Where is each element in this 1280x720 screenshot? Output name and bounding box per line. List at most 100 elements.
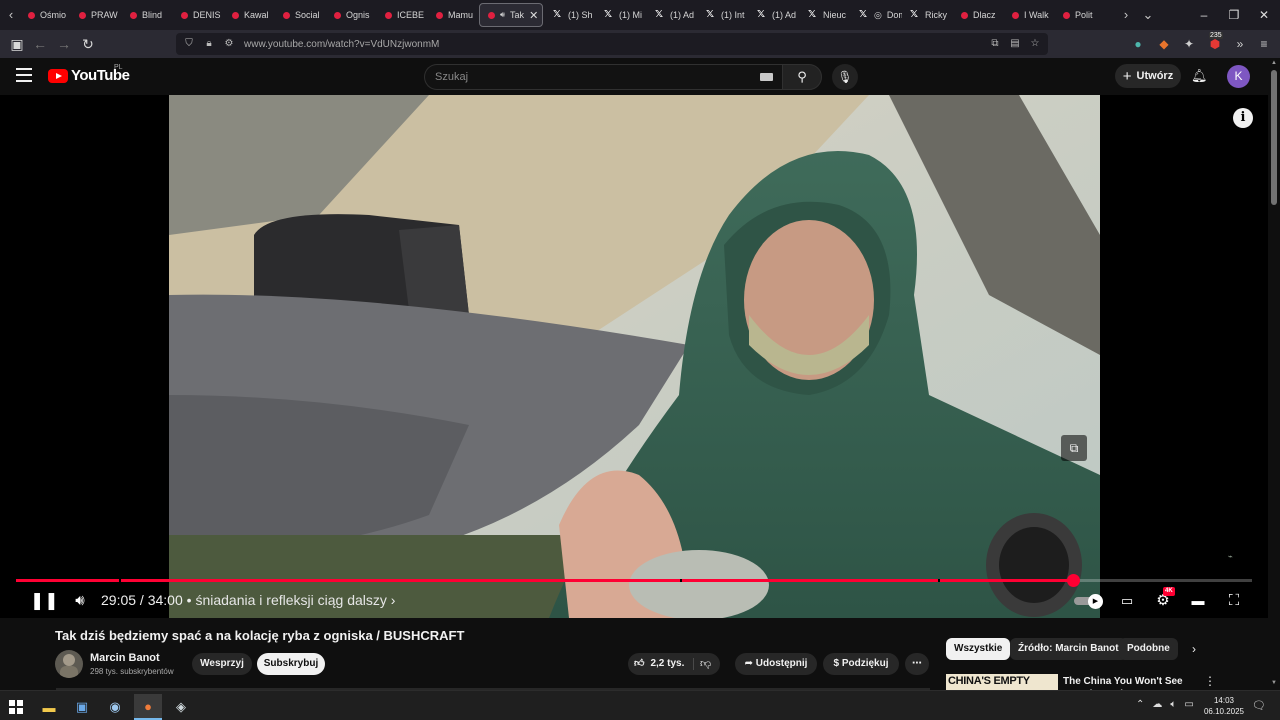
lock-icon[interactable]: 🔒︎ (202, 37, 216, 51)
browser-tab[interactable]: 𝕏 (1) Ad (647, 3, 698, 27)
app-icon[interactable]: ◈ (167, 694, 195, 720)
onedrive-icon[interactable]: ☁ (1152, 699, 1162, 710)
more-actions-button[interactable]: ⋯ (905, 653, 929, 675)
support-button[interactable]: Wesprzyj (192, 653, 252, 675)
speaker-icon[interactable]: 🔈︎ (1170, 699, 1176, 710)
video-info-icon[interactable]: i (1233, 108, 1253, 128)
restore-window-icon[interactable]: ❐ (1225, 6, 1243, 24)
thanks-button[interactable]: $ Podziękuj (823, 653, 899, 675)
fullscreen-icon[interactable]: ⛶ (1224, 590, 1244, 612)
extensions-puzzle-icon[interactable]: ✦ (1181, 36, 1197, 52)
browser-tab[interactable]: 𝕏 Nieuc (800, 3, 851, 27)
notifications-bell-icon[interactable]: 🔔︎ (1191, 68, 1208, 86)
browser-tab[interactable]: 𝕏 ◎ Dom I (851, 3, 902, 27)
this-pc-icon[interactable]: ▣ (68, 694, 96, 720)
browser-tab[interactable]: PRAW (71, 3, 122, 27)
tab-close-icon[interactable]: ✕ (529, 9, 538, 22)
minimize-window-icon[interactable]: – (1195, 6, 1213, 24)
subscribe-button[interactable]: Subskrybuj (257, 653, 325, 675)
url-bar[interactable]: ⛉ 🔒︎ ⚙︎ www.youtube.com/watch?v=VdUNzjwo… (176, 33, 1048, 55)
scrollbar-thumb[interactable] (1271, 70, 1277, 205)
channel-watermark-icon[interactable]: ⌁ (1228, 552, 1250, 562)
browser-tab[interactable]: 𝕏 (1) Int (698, 3, 749, 27)
chip-from-channel[interactable]: Źródło: Marcin Banot (1010, 638, 1127, 660)
browser-tab[interactable]: 𝕏 (1) Mi (596, 3, 647, 27)
browser-tab[interactable]: 𝕏 (1) Sh (545, 3, 596, 27)
browser-tab[interactable]: Dlacz (953, 3, 1004, 27)
browser-tab[interactable]: Ognis (326, 3, 377, 27)
windows-start-icon[interactable] (2, 694, 30, 720)
keyboard-icon[interactable] (760, 73, 773, 81)
video-frame[interactable] (169, 95, 1100, 618)
like-button[interactable]: 👍︎ 2,2 tys. (634, 653, 684, 675)
browser-tab[interactable]: Blind (122, 3, 173, 27)
tabs-scroll-right-icon[interactable]: › (1117, 6, 1135, 24)
list-all-tabs-icon[interactable]: ⌄ (1139, 6, 1157, 24)
sidebar-toggle-icon[interactable]: ▣ (8, 35, 26, 53)
pause-icon[interactable]: ❚❚ (30, 590, 59, 612)
browser-tab[interactable]: Kawal (224, 3, 275, 27)
video-player[interactable]: i ⧉ ⌁ ❚❚ 🔊︎ 29:05 / 34:00 • śniadania i … (0, 95, 1268, 618)
share-button[interactable]: ➦ Udostępnij (735, 653, 817, 675)
bookmark-star-icon[interactable]: ☆ (1028, 37, 1042, 51)
browser-tab[interactable]: DENIS (173, 3, 224, 27)
taskbar-clock[interactable]: 14:03 06.10.2025 (1200, 695, 1248, 717)
browser-tab[interactable]: ICEBE (377, 3, 428, 27)
permissions-icon[interactable]: ⚙︎ (222, 37, 236, 51)
voice-search-button[interactable]: 🎙︎ (832, 64, 858, 90)
browser-tab[interactable]: 𝕏 Ricky (902, 3, 953, 27)
tabs-scroll-left-icon[interactable]: ‹ (2, 6, 20, 24)
tracking-shield-icon[interactable]: ⛉ (182, 37, 196, 51)
create-button[interactable]: + Utwórz (1115, 64, 1181, 88)
extension-fox-icon[interactable]: ◆ (1156, 36, 1172, 52)
back-button-icon[interactable]: ← (31, 35, 49, 53)
forward-button-icon[interactable]: → (55, 35, 73, 53)
related-video-thumbnail[interactable]: CHINA'S EMPTY LANDS (946, 674, 1058, 690)
youtube-logo[interactable]: YouTube PL (48, 64, 130, 84)
theater-mode-icon[interactable]: ▬ (1188, 590, 1208, 612)
search-input[interactable]: Szukaj (424, 64, 782, 90)
account-avatar[interactable]: K (1227, 65, 1250, 88)
chapter-chevron-icon[interactable]: › (391, 592, 396, 608)
firefox-icon[interactable]: ● (134, 694, 162, 720)
page-scrollbar[interactable]: ▲ ▼ (1268, 58, 1280, 690)
network-icon[interactable]: ▭ (1184, 699, 1193, 710)
reader-view-icon[interactable]: ▤ (1008, 37, 1022, 51)
browser-tab[interactable]: Polit (1055, 3, 1106, 27)
guide-menu-icon[interactable] (16, 68, 32, 82)
autoplay-toggle[interactable]: ▶ (1074, 594, 1106, 609)
miniplayer-icon[interactable]: ⧉ (1061, 435, 1087, 461)
progress-bar[interactable] (16, 574, 1252, 587)
volume-icon[interactable]: 🔊︎ (70, 590, 90, 612)
related-video-menu-icon[interactable]: ⋮ (1204, 674, 1216, 690)
scroll-up-arrow-icon[interactable]: ▲ (1270, 60, 1278, 66)
pip-url-icon[interactable]: ⧉ (988, 37, 1002, 51)
url-text[interactable]: www.youtube.com/watch?v=VdUNzjwonmM (244, 39, 439, 50)
channel-avatar[interactable] (55, 650, 83, 678)
app-menu-icon[interactable]: ≡ (1256, 36, 1272, 52)
tray-expand-icon[interactable]: ⌃ (1136, 699, 1144, 710)
extension-shield-icon[interactable]: ● (1130, 36, 1146, 52)
subtitles-icon[interactable]: ▭ (1117, 590, 1137, 612)
search-button[interactable]: ⚲ (782, 64, 822, 90)
browser-tab[interactable]: 𝕏 (1) Ad (749, 3, 800, 27)
scroll-down-arrow-icon[interactable]: ▼ (1270, 680, 1278, 686)
reload-button-icon[interactable]: ↻ (79, 35, 97, 53)
tab-audio-icon[interactable]: 🔊︎ (500, 10, 505, 20)
browser-tab[interactable]: I Walk (1004, 3, 1055, 27)
chip-all[interactable]: Wszystkie (946, 638, 1011, 660)
browser-tab[interactable]: Ośmio (20, 3, 71, 27)
chip-related[interactable]: Podobne (1119, 638, 1178, 660)
dislike-button[interactable]: 👎︎ (700, 653, 711, 675)
notifications-icon[interactable]: 🗨︎ (1252, 699, 1266, 713)
steam-icon[interactable]: ◉ (101, 694, 129, 720)
channel-name[interactable]: Marcin Banot (90, 652, 160, 664)
browser-tab[interactable]: Mamu (428, 3, 479, 27)
file-explorer-icon[interactable]: ▬ (35, 694, 63, 720)
overflow-chevrons-icon[interactable]: » (1232, 36, 1248, 52)
browser-tab[interactable]: Social (275, 3, 326, 27)
close-window-icon[interactable]: ✕ (1255, 6, 1273, 24)
tab-active[interactable]: 🔊︎ Tak ✕ (479, 3, 543, 27)
chapter-title[interactable]: śniadania i refleksji ciąg dalszy (195, 592, 386, 608)
chips-next-icon[interactable]: › (1192, 640, 1206, 658)
